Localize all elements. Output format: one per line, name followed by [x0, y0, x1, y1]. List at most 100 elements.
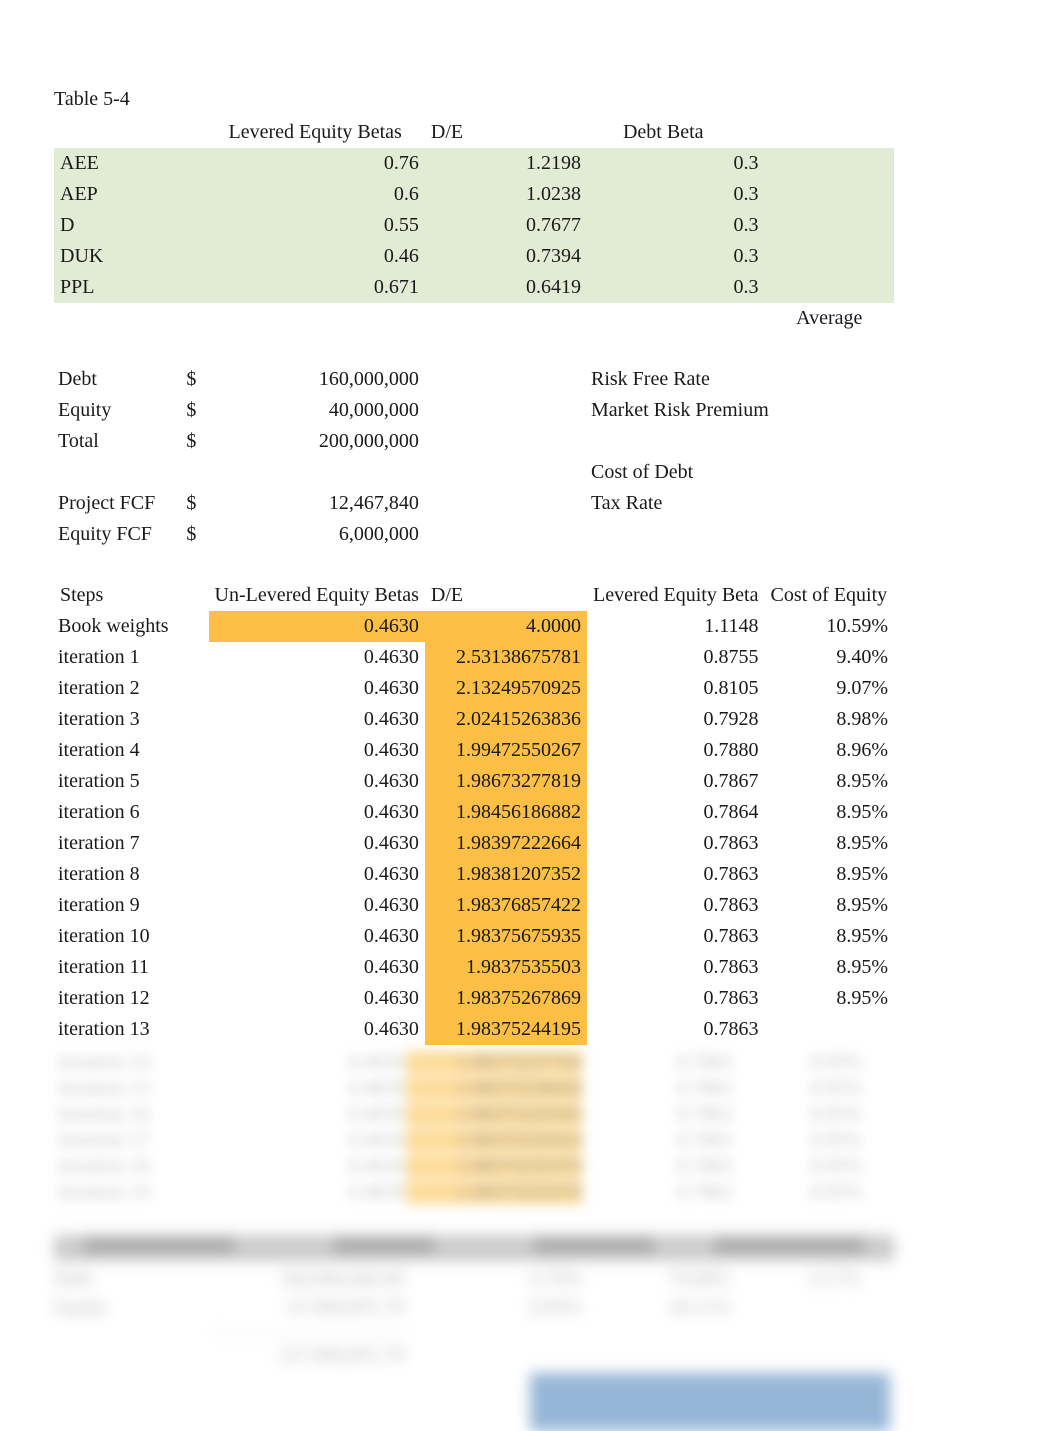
ul-cell: 0.4630 — [209, 921, 425, 952]
input-row-project-fcf: Project FCF $ 12,467,840 Tax Rate — [54, 488, 894, 519]
value-total: 200,000,000 — [209, 426, 425, 457]
step-cell: iteration 10 — [54, 921, 180, 952]
de-cell: 1.98381207352 — [425, 859, 587, 890]
input-row-total: Total $ 200,000,000 — [54, 426, 894, 457]
ul-cell: 0.4630 — [209, 673, 425, 704]
currency-symbol: $ — [180, 488, 208, 519]
ticker-cell: AEP — [54, 179, 180, 210]
hdr-levered: Levered Equity Betas — [209, 117, 425, 148]
label-project-fcf: Project FCF — [54, 488, 180, 519]
lev-cell: 0.8105 — [587, 673, 765, 704]
blurred-summary: Debt160,000,000.006.70%79.89%4.17% Equit… — [54, 1235, 894, 1431]
label-debt: Debt — [54, 364, 180, 395]
value-project-fcf: 12,467,840 — [209, 488, 425, 519]
lev-cell: 0.7867 — [587, 766, 765, 797]
iter-row: iteration 7 0.4630 1.98397222664 0.7863 … — [54, 828, 894, 859]
table-row: D 0.55 0.7677 0.3 — [54, 210, 894, 241]
ticker-cell: AEE — [54, 148, 180, 179]
levered-cell: 0.76 — [209, 148, 425, 179]
ul-cell: 0.4630 — [209, 797, 425, 828]
iter-row: iteration 10 0.4630 1.98375675935 0.7863… — [54, 921, 894, 952]
de-cell: 1.98375267869 — [425, 983, 587, 1014]
step-cell: iteration 6 — [54, 797, 180, 828]
coe-cell: 8.95% — [764, 828, 894, 859]
label-cost-of-debt: Cost of Debt — [587, 457, 894, 488]
ul-cell: 0.4630 — [209, 952, 425, 983]
currency-symbol: $ — [180, 519, 208, 550]
coe-cell: 8.95% — [764, 859, 894, 890]
de-cell: 0.6419 — [425, 272, 587, 303]
iter-row: iteration 12 0.4630 1.98375267869 0.7863… — [54, 983, 894, 1014]
iter-row: iteration 13 0.4630 1.98375244195 0.7863 — [54, 1014, 894, 1045]
debt-cell: 0.3 — [587, 272, 765, 303]
currency-symbol: $ — [180, 426, 208, 457]
step-cell: iteration 4 — [54, 735, 180, 766]
ul-cell: 0.4630 — [209, 735, 425, 766]
lev-cell: 0.7863 — [587, 828, 765, 859]
hdr-unlevered: Un-Levered Equity Betas — [209, 580, 425, 611]
debt-cell: 0.3 — [587, 148, 765, 179]
coe-cell: 8.95% — [764, 766, 894, 797]
hdr-iter-de: D/E — [425, 580, 587, 611]
de-cell: 1.98673277819 — [425, 766, 587, 797]
levered-cell: 0.6 — [209, 179, 425, 210]
ul-cell: 0.4630 — [209, 859, 425, 890]
ul-cell: 0.4630 — [209, 828, 425, 859]
ticker-cell: D — [54, 210, 180, 241]
de-cell: 1.98376857422 — [425, 890, 587, 921]
de-cell: 1.98456186882 — [425, 797, 587, 828]
iter-row: iteration 11 0.4630 1.9837535503 0.7863 … — [54, 952, 894, 983]
coe-cell: 9.07% — [764, 673, 894, 704]
ul-cell: 0.4630 — [209, 611, 425, 642]
value-equity: 40,000,000 — [209, 395, 425, 426]
table-row: DUK 0.46 0.7394 0.3 — [54, 241, 894, 272]
step-cell: iteration 11 — [54, 952, 180, 983]
iter-row: iteration 6 0.4630 1.98456186882 0.7864 … — [54, 797, 894, 828]
de-cell: 1.98375675935 — [425, 921, 587, 952]
iter-row: iteration 8 0.4630 1.98381207352 0.7863 … — [54, 859, 894, 890]
ul-cell: 0.4630 — [209, 704, 425, 735]
ul-cell: 0.4630 — [209, 766, 425, 797]
step-cell: iteration 5 — [54, 766, 180, 797]
de-cell: 1.99472550267 — [425, 735, 587, 766]
step-cell: iteration 9 — [54, 890, 180, 921]
lev-cell: 0.7928 — [587, 704, 765, 735]
de-cell: 2.53138675781 — [425, 642, 587, 673]
label-mrp: Market Risk Premium — [587, 395, 894, 426]
average-label: Average — [764, 303, 894, 334]
coe-cell: 8.98% — [764, 704, 894, 735]
label-risk-free: Risk Free Rate — [587, 364, 894, 395]
coe-cell: 8.95% — [764, 890, 894, 921]
step-cell: iteration 1 — [54, 642, 180, 673]
value-debt: 160,000,000 — [209, 364, 425, 395]
betas-table: Levered Equity Betas D/E Debt Beta AEE 0… — [54, 117, 894, 1045]
ul-cell: 0.4630 — [209, 642, 425, 673]
lev-cell: 0.7863 — [587, 890, 765, 921]
iter-row: iteration 9 0.4630 1.98376857422 0.7863 … — [54, 890, 894, 921]
lev-cell: 0.7863 — [587, 952, 765, 983]
input-row-debt: Debt $ 160,000,000 Risk Free Rate — [54, 364, 894, 395]
hdr-steps: Steps — [54, 580, 180, 611]
iter-row: Book weights 0.4630 4.0000 1.1148 10.59% — [54, 611, 894, 642]
de-cell: 1.0238 — [425, 179, 587, 210]
step-cell: Book weights — [54, 611, 180, 642]
step-cell: iteration 12 — [54, 983, 180, 1014]
coe-cell: 9.40% — [764, 642, 894, 673]
hdr-de: D/E — [425, 117, 587, 148]
ticker-cell: DUK — [54, 241, 180, 272]
de-cell: 1.98375244195 — [425, 1014, 587, 1045]
iter-row: iteration 2 0.4630 2.13249570925 0.8105 … — [54, 673, 894, 704]
levered-cell: 0.671 — [209, 272, 425, 303]
step-cell: iteration 8 — [54, 859, 180, 890]
de-cell: 2.02415263836 — [425, 704, 587, 735]
iter-row: iteration 1 0.4630 2.53138675781 0.8755 … — [54, 642, 894, 673]
table-row: AEP 0.6 1.0238 0.3 — [54, 179, 894, 210]
lev-cell: 0.8755 — [587, 642, 765, 673]
average-row: Average — [54, 303, 894, 334]
ul-cell: 0.4630 — [209, 983, 425, 1014]
label-equity: Equity — [54, 395, 180, 426]
iter-header-row: Steps Un-Levered Equity Betas D/E Levere… — [54, 580, 894, 611]
debt-cell: 0.3 — [587, 210, 765, 241]
coe-cell: 8.96% — [764, 735, 894, 766]
ul-cell: 0.4630 — [209, 890, 425, 921]
